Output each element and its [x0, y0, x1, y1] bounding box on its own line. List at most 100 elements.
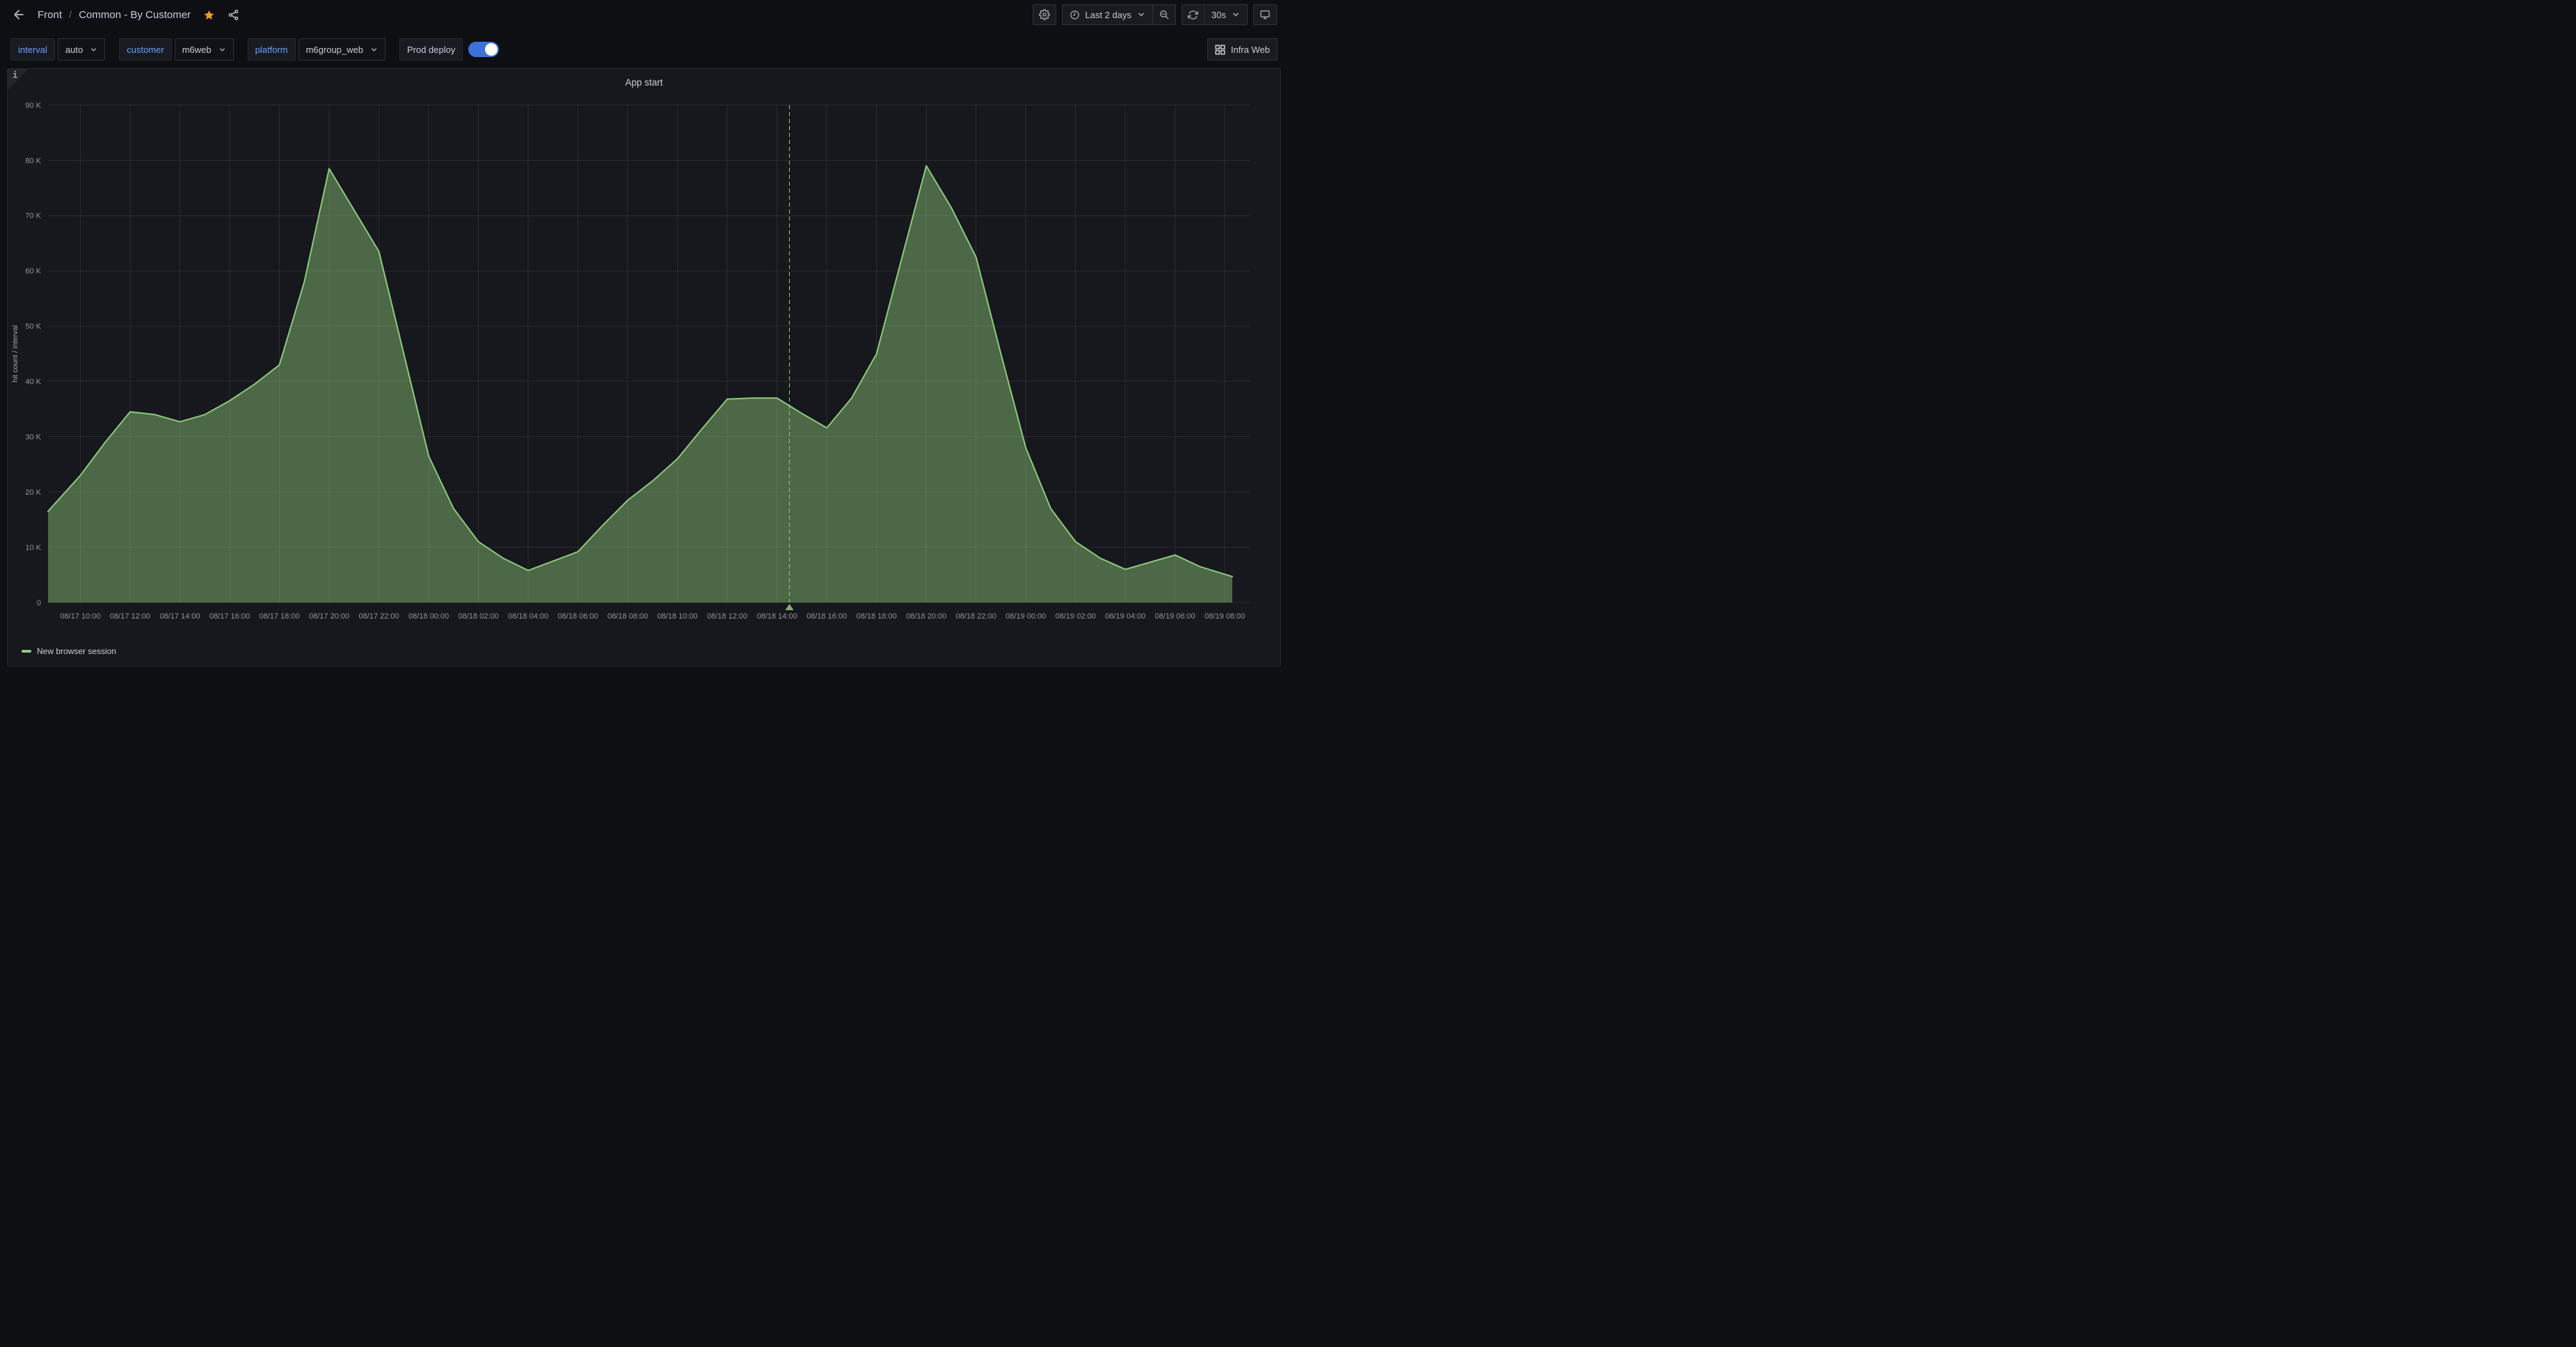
- dashboard-controls-row: interval auto customer m6web platform m6…: [0, 38, 1288, 61]
- info-icon: i: [13, 70, 17, 80]
- svg-text:08/19 08:00: 08/19 08:00: [1204, 612, 1245, 621]
- variable-interval-label: interval: [10, 38, 55, 61]
- zoom-out-button[interactable]: [1153, 5, 1175, 24]
- svg-text:08/18 00:00: 08/18 00:00: [408, 612, 449, 621]
- time-range-picker: Last 2 days: [1062, 4, 1177, 25]
- chevron-down-icon: [1137, 10, 1145, 19]
- svg-text:08/18 14:00: 08/18 14:00: [757, 612, 797, 621]
- svg-text:50 K: 50 K: [25, 323, 41, 331]
- svg-text:08/19 04:00: 08/19 04:00: [1105, 612, 1145, 621]
- svg-text:08/18 10:00: 08/18 10:00: [658, 612, 698, 621]
- svg-text:08/18 22:00: 08/18 22:00: [956, 612, 996, 621]
- variable-platform: platform m6group_web: [248, 38, 385, 61]
- svg-text:08/18 16:00: 08/18 16:00: [806, 612, 847, 621]
- breadcrumb-separator: /: [69, 9, 72, 21]
- legend: New browser session: [8, 637, 1280, 666]
- infra-web-button[interactable]: Infra Web: [1207, 38, 1278, 61]
- monitor-icon: [1259, 9, 1271, 20]
- refresh-icon: [1188, 10, 1198, 20]
- star-icon: [203, 9, 215, 21]
- zoom-out-icon: [1159, 9, 1170, 20]
- refresh-interval-label: 30s: [1211, 10, 1226, 20]
- app-start-chart[interactable]: 0 10 K 20 K 30 K 40 K 50 K 60 K 70 K 80 K 90 K 08/…: [8, 95, 1280, 635]
- svg-text:08/17 22:00: 08/17 22:00: [358, 612, 399, 621]
- breadcrumb-current[interactable]: Common - By Customer: [79, 9, 191, 21]
- refresh-picker: 30s: [1182, 4, 1248, 25]
- chevron-down-icon: [90, 46, 97, 54]
- y-axis-title: hit count / interval: [11, 325, 19, 382]
- svg-text:08/18 02:00: 08/18 02:00: [459, 612, 499, 621]
- dashboard-settings-button[interactable]: [1033, 4, 1056, 25]
- svg-text:08/18 06:00: 08/18 06:00: [558, 612, 598, 621]
- arrow-left-icon: [12, 8, 26, 22]
- svg-text:08/18 12:00: 08/18 12:00: [707, 612, 747, 621]
- legend-series-label: New browser session: [37, 646, 116, 656]
- share-icon: [228, 9, 239, 21]
- time-range-label: Last 2 days: [1086, 10, 1132, 20]
- chevron-down-icon: [218, 46, 226, 54]
- panel-info-corner[interactable]: i: [8, 69, 29, 90]
- chart-area: 0 10 K 20 K 30 K 40 K 50 K 60 K 70 K 80 K 90 K 08/…: [8, 95, 1280, 635]
- breadcrumb-root[interactable]: Front: [38, 9, 62, 21]
- variable-platform-label: platform: [248, 38, 296, 61]
- svg-text:08/17 18:00: 08/17 18:00: [259, 612, 299, 621]
- svg-text:08/17 14:00: 08/17 14:00: [159, 612, 200, 621]
- svg-text:08/17 10:00: 08/17 10:00: [60, 612, 100, 621]
- svg-text:08/18 08:00: 08/18 08:00: [607, 612, 648, 621]
- svg-text:08/17 20:00: 08/17 20:00: [309, 612, 349, 621]
- chevron-down-icon: [370, 46, 378, 54]
- svg-text:08/18 18:00: 08/18 18:00: [857, 612, 897, 621]
- variable-customer-value: m6web: [182, 45, 212, 55]
- breadcrumb: Front / Common - By Customer: [38, 9, 191, 21]
- svg-text:0: 0: [37, 599, 41, 607]
- svg-text:08/17 16:00: 08/17 16:00: [209, 612, 250, 621]
- top-nav-bar: Front / Common - By Customer: [0, 0, 1288, 29]
- gear-icon: [1039, 9, 1050, 20]
- svg-text:60 K: 60 K: [25, 267, 41, 276]
- svg-text:08/19 06:00: 08/19 06:00: [1155, 612, 1195, 621]
- series-area: [48, 166, 1232, 603]
- back-button[interactable]: [7, 3, 31, 26]
- svg-text:40 K: 40 K: [25, 378, 41, 386]
- prod-deploy-label: Prod deploy: [399, 38, 463, 61]
- svg-text:08/19 00:00: 08/19 00:00: [1005, 612, 1046, 621]
- legend-item-new-browser-session[interactable]: New browser session: [22, 646, 116, 656]
- svg-text:80 K: 80 K: [25, 157, 41, 165]
- time-range-button[interactable]: Last 2 days: [1063, 5, 1153, 24]
- panel-header[interactable]: App start: [8, 69, 1280, 95]
- variable-customer-select[interactable]: m6web: [175, 38, 234, 61]
- refresh-button[interactable]: [1182, 5, 1204, 24]
- svg-text:08/18 04:00: 08/18 04:00: [508, 612, 548, 621]
- variable-interval-value: auto: [65, 45, 83, 55]
- svg-text:70 K: 70 K: [25, 212, 41, 221]
- favorite-button[interactable]: [203, 9, 215, 21]
- infra-web-label: Infra Web: [1231, 45, 1270, 55]
- cycle-view-mode-button[interactable]: [1253, 4, 1277, 25]
- prod-deploy-toggle[interactable]: [468, 42, 499, 57]
- annotation-marker: [786, 604, 794, 610]
- variable-interval: interval auto: [10, 38, 105, 61]
- legend-series-marker: [22, 650, 31, 653]
- variable-customer: customer m6web: [119, 38, 233, 61]
- toolbar-right: Last 2 days 30s: [1033, 4, 1277, 25]
- prod-deploy-control: Prod deploy: [399, 38, 499, 61]
- chevron-down-icon: [1232, 10, 1240, 19]
- svg-text:20 K: 20 K: [25, 488, 41, 497]
- svg-text:08/18 20:00: 08/18 20:00: [906, 612, 946, 621]
- variable-interval-select[interactable]: auto: [58, 38, 105, 61]
- panel-title: App start: [625, 77, 662, 88]
- svg-text:08/17 12:00: 08/17 12:00: [110, 612, 150, 621]
- svg-text:90 K: 90 K: [25, 102, 41, 110]
- svg-text:10 K: 10 K: [25, 543, 41, 552]
- svg-text:08/19 02:00: 08/19 02:00: [1056, 612, 1096, 621]
- toggle-knob: [485, 43, 498, 56]
- variable-platform-value: m6group_web: [306, 45, 363, 55]
- share-button[interactable]: [228, 9, 239, 21]
- variable-platform-select[interactable]: m6group_web: [299, 38, 385, 61]
- clock-icon: [1070, 10, 1080, 20]
- variable-customer-label: customer: [119, 38, 171, 61]
- svg-text:30 K: 30 K: [25, 433, 41, 442]
- panel-app-start: i App start 0 10 K 20 K 30 K 40 K 50 K 60 K 70 …: [7, 68, 1281, 667]
- apps-grid-icon: [1215, 45, 1225, 55]
- refresh-interval-button[interactable]: 30s: [1204, 5, 1247, 24]
